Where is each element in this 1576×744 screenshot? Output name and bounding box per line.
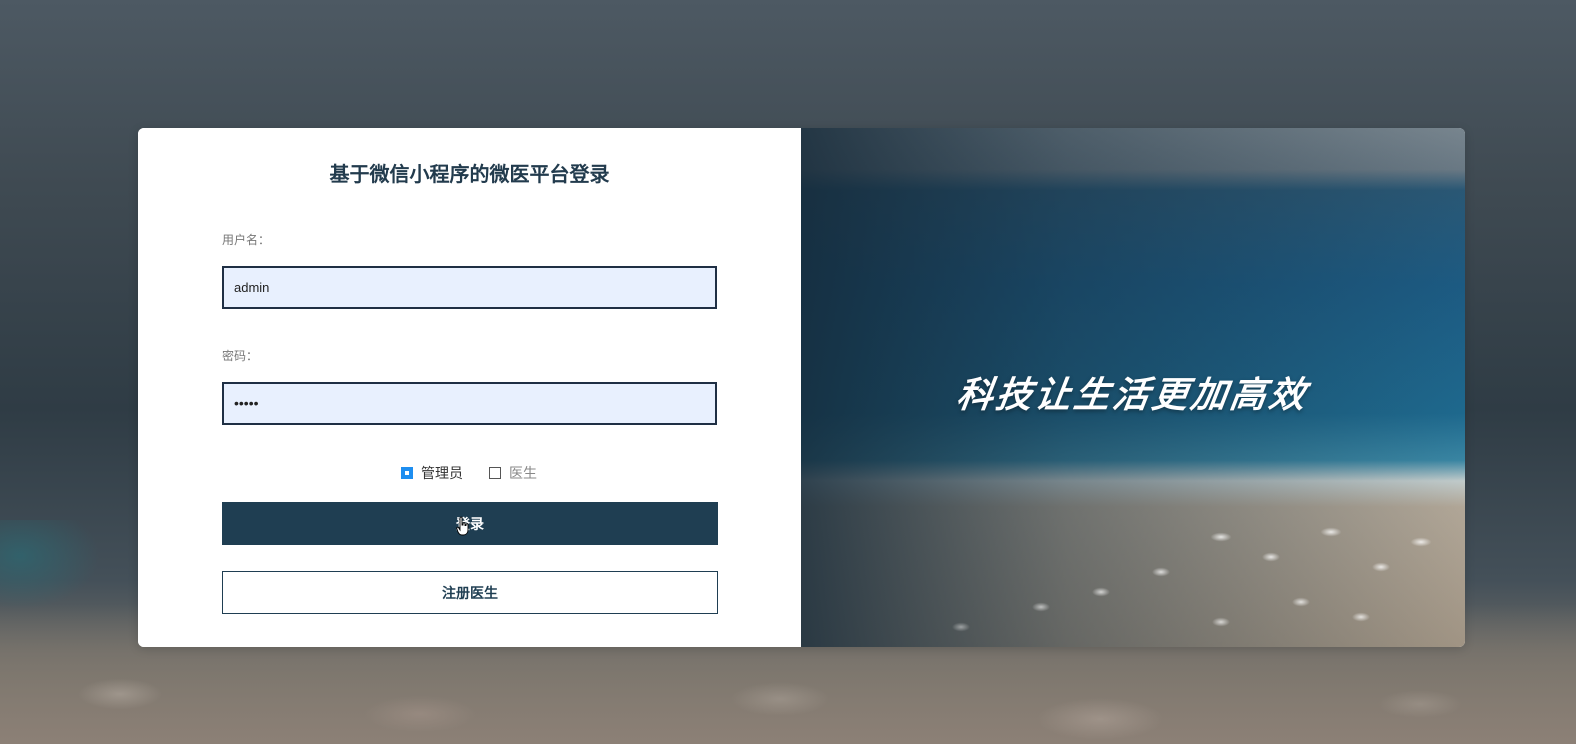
radio-checked-icon[interactable]: [401, 467, 413, 479]
login-card: 基于微信小程序的微医平台登录 用户名： admin 密码： ••••• 管理员 …: [138, 128, 1465, 647]
role-option-admin[interactable]: 管理员: [401, 462, 463, 484]
login-button[interactable]: 登录: [222, 502, 718, 545]
password-input[interactable]: •••••: [222, 382, 717, 425]
register-doctor-button[interactable]: 注册医生: [222, 571, 718, 614]
password-label: 密码：: [222, 349, 259, 363]
hand-cursor-icon: [456, 516, 469, 536]
background-teal-blur: [0, 520, 100, 610]
role-selector: 管理员 医生: [138, 462, 801, 484]
banner-panel: 科技让生活更加高效: [801, 128, 1465, 647]
username-input[interactable]: admin: [222, 266, 717, 309]
page-title: 基于微信小程序的微医平台登录: [329, 162, 610, 186]
username-label: 用户名：: [222, 233, 271, 247]
banner-slogan: 科技让生活更加高效: [954, 375, 1311, 416]
role-option-doctor[interactable]: 医生: [489, 462, 537, 484]
role-option-admin-label: 管理员: [421, 466, 463, 482]
radio-unchecked-icon[interactable]: [489, 467, 501, 479]
login-form-panel: 基于微信小程序的微医平台登录 用户名： admin 密码： ••••• 管理员 …: [138, 128, 801, 647]
role-option-doctor-label: 医生: [509, 466, 537, 482]
banner-beach-image: [801, 497, 1465, 647]
